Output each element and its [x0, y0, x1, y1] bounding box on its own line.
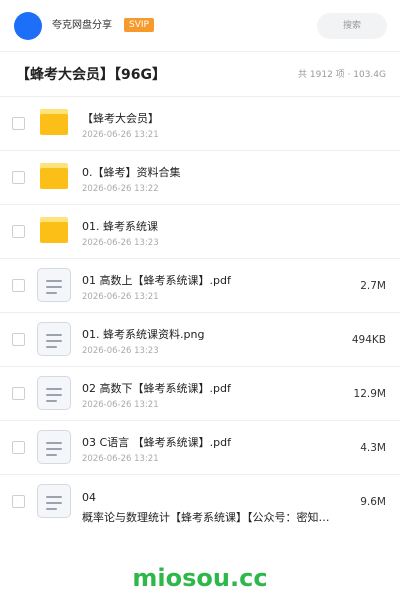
list-item[interactable]: 01. 蜂考系统课 2026-06-26 13:23	[0, 205, 400, 259]
list-item[interactable]: 0.【蜂考】资料合集 2026-06-26 13:22	[0, 151, 400, 205]
file-size: 4.3M	[360, 442, 386, 454]
file-date: 2026-06-26 13:21	[82, 130, 159, 140]
list-item[interactable]: 04 概率论与数理统计【蜂考系统课】【公众号：密知… 9.6M	[0, 475, 400, 529]
list-item[interactable]: 03 C语言 【蜂考系统课】.pdf 2026-06-26 13:21 4.3M	[0, 421, 400, 475]
folder-header: 【蜂考大会员】【96G】 共 1912 项 · 103.4G	[0, 52, 400, 97]
file-name: 01. 蜂考系统课资料.png	[82, 328, 205, 341]
select-checkbox[interactable]	[12, 441, 25, 454]
document-icon	[37, 268, 71, 302]
app-name: 夸克网盘分享	[52, 20, 112, 31]
document-icon	[37, 376, 71, 410]
file-date: 2026-06-26 13:21	[82, 454, 159, 464]
file-size: 9.6M	[360, 496, 386, 508]
file-date: 2026-06-26 13:21	[82, 400, 159, 410]
document-icon	[37, 484, 71, 518]
select-checkbox[interactable]	[12, 225, 25, 238]
file-list: 【蜂考大会员】 2026-06-26 13:21 0.【蜂考】资料合集 2026…	[0, 97, 400, 529]
file-date: 2026-06-26 13:22	[82, 184, 159, 194]
file-name: 01 高数上【蜂考系统课】.pdf	[82, 274, 231, 287]
folder-meta: 共 1912 项 · 103.4G	[298, 70, 386, 80]
list-item[interactable]: 02 高数下【蜂考系统课】.pdf 2026-06-26 13:21 12.9M	[0, 367, 400, 421]
top-bar: 夸克网盘分享 SVIP 搜索	[0, 0, 400, 52]
select-checkbox[interactable]	[12, 495, 25, 508]
folder-icon	[40, 163, 68, 189]
file-name: 0.【蜂考】资料合集	[82, 166, 181, 179]
file-name: 02 高数下【蜂考系统课】.pdf	[82, 382, 231, 395]
file-size: 494KB	[351, 334, 386, 346]
file-date: 2026-06-26 13:23	[82, 346, 159, 356]
document-icon	[37, 430, 71, 464]
document-icon	[37, 322, 71, 356]
search-input[interactable]: 搜索	[317, 13, 387, 39]
folder-icon	[40, 217, 68, 243]
file-name: 04	[82, 491, 96, 504]
svip-badge: SVIP	[124, 18, 154, 32]
select-checkbox[interactable]	[12, 171, 25, 184]
file-name: 01. 蜂考系统课	[82, 220, 158, 233]
file-name-line2: 概率论与数理统计【蜂考系统课】【公众号：密知…	[82, 511, 330, 524]
select-checkbox[interactable]	[12, 333, 25, 346]
list-item[interactable]: 【蜂考大会员】 2026-06-26 13:21	[0, 97, 400, 151]
select-checkbox[interactable]	[12, 279, 25, 292]
select-checkbox[interactable]	[12, 117, 25, 130]
list-item[interactable]: 01 高数上【蜂考系统课】.pdf 2026-06-26 13:21 2.7M	[0, 259, 400, 313]
page-title: 【蜂考大会员】【96G】	[16, 67, 166, 83]
list-item[interactable]: 01. 蜂考系统课资料.png 2026-06-26 13:23 494KB	[0, 313, 400, 367]
file-date: 2026-06-26 13:23	[82, 238, 159, 248]
watermark: miosou.cc	[132, 564, 268, 592]
file-size: 2.7M	[360, 280, 386, 292]
avatar[interactable]	[14, 12, 42, 40]
file-name: 【蜂考大会员】	[82, 112, 159, 125]
file-name: 03 C语言 【蜂考系统课】.pdf	[82, 436, 232, 449]
select-checkbox[interactable]	[12, 387, 25, 400]
file-date: 2026-06-26 13:21	[82, 292, 159, 302]
folder-icon	[40, 109, 68, 135]
file-size: 12.9M	[353, 388, 386, 400]
